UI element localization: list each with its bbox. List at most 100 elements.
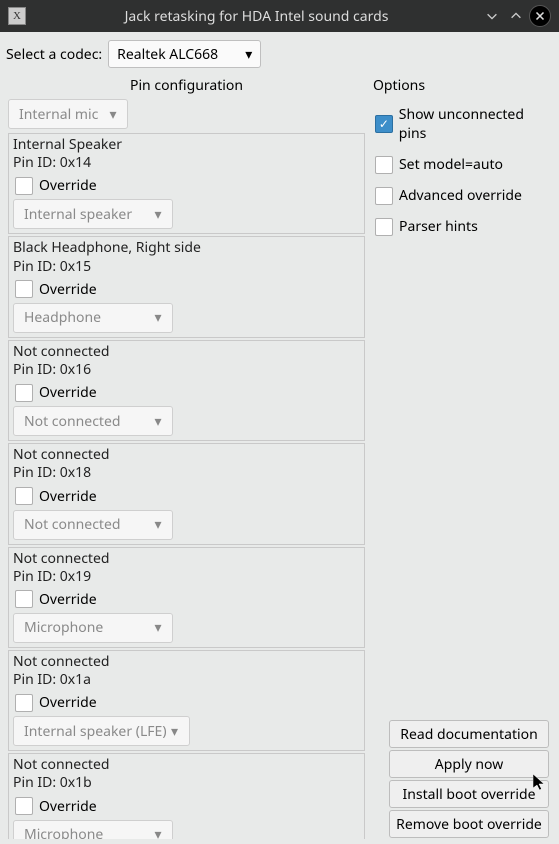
- chevron-down-icon: [485, 9, 499, 23]
- override-label: Override: [39, 693, 97, 712]
- pin-select[interactable]: Headphone ▾: [13, 303, 173, 333]
- chevron-down-icon: ▾: [167, 722, 183, 741]
- close-button[interactable]: [529, 5, 551, 27]
- override-row: Override: [13, 379, 360, 406]
- option-label: Show unconnected pins: [399, 105, 553, 143]
- pin-select[interactable]: Internal speaker (LFE)▾: [13, 716, 190, 746]
- pin-name: Internal Speaker: [13, 136, 360, 154]
- read-docs-button[interactable]: Read documentation: [389, 720, 549, 748]
- content-area: Select a codec: Realtek ALC668 ▾ Pin con…: [0, 32, 559, 844]
- pin-select-value: Microphone: [24, 825, 103, 839]
- pin-list: Internal mic ▾ Internal SpeakerPin ID: 0…: [4, 99, 369, 839]
- override-checkbox[interactable]: [15, 384, 33, 402]
- chevron-down-icon: ▾: [228, 45, 252, 64]
- pin-name: Black Headphone, Right side: [13, 239, 360, 257]
- override-row: Override: [13, 276, 360, 303]
- pin-name: Not connected: [13, 653, 360, 671]
- override-checkbox[interactable]: [15, 487, 33, 505]
- apply-button[interactable]: Apply now: [389, 750, 549, 778]
- pin-select-value: Headphone: [24, 308, 101, 327]
- pin-name: Not connected: [13, 343, 360, 361]
- pin-box: Not connectedPin ID: 0x18OverrideNot con…: [8, 443, 365, 544]
- override-row: Override: [13, 172, 360, 199]
- override-label: Override: [39, 280, 97, 299]
- option-row: Set model=auto: [373, 149, 555, 180]
- pin-name: Not connected: [13, 446, 360, 464]
- override-label: Override: [39, 176, 97, 195]
- override-row: Override: [13, 689, 360, 716]
- codec-value: Realtek ALC668: [117, 45, 218, 64]
- option-row: Show unconnected pins: [373, 99, 555, 149]
- override-row: Override: [13, 586, 360, 613]
- override-label: Override: [39, 487, 97, 506]
- chevron-down-icon: ▾: [150, 515, 166, 534]
- pin-id: Pin ID: 0x16: [13, 361, 360, 379]
- options-title: Options: [373, 76, 555, 99]
- codec-label: Select a codec:: [6, 45, 102, 64]
- pin-id: Pin ID: 0x19: [13, 568, 360, 586]
- pin-id: Pin ID: 0x15: [13, 258, 360, 276]
- codec-row: Select a codec: Realtek ALC668 ▾: [4, 36, 555, 76]
- override-checkbox[interactable]: [15, 177, 33, 195]
- chevron-down-icon: ▾: [105, 105, 121, 124]
- chevron-down-icon: ▾: [150, 308, 166, 327]
- pin-select-value: Internal speaker (LFE): [24, 722, 167, 741]
- action-buttons: Read documentation Apply now Install boo…: [389, 720, 549, 838]
- option-checkbox[interactable]: [375, 115, 393, 133]
- pin-id: Pin ID: 0x1a: [13, 671, 360, 689]
- codec-select[interactable]: Realtek ALC668 ▾: [108, 40, 261, 68]
- chevron-up-icon: [509, 9, 523, 23]
- pin-box: Not connectedPin ID: 0x1b Override Microph…: [8, 753, 365, 839]
- pin-select-value: Internal speaker: [24, 205, 132, 224]
- pin-box: Not connectedPin ID: 0x16OverrideNot con…: [8, 340, 365, 441]
- chevron-down-icon: ▾: [150, 618, 166, 637]
- pin-id: Pin ID: 0x18: [13, 464, 360, 482]
- pin-box: Not connectedPin ID: 0x1a Override Interna…: [8, 650, 365, 751]
- pin-box: Not connectedPin ID: 0x19 Override Microph…: [8, 547, 365, 648]
- pin-name: Not connected: [13, 550, 360, 568]
- override-label: Override: [39, 797, 97, 816]
- option-row: Parser hints: [373, 211, 555, 242]
- pin-name: Not connected: [13, 756, 360, 774]
- window-title: Jack retasking for HDA Intel sound cards: [34, 7, 479, 26]
- option-row: Advanced override: [373, 180, 555, 211]
- override-checkbox[interactable]: [15, 694, 33, 712]
- override-checkbox[interactable]: [15, 797, 33, 815]
- remove-override-button[interactable]: Remove boot override: [389, 810, 549, 838]
- titlebar: X Jack retasking for HDA Intel sound car…: [0, 0, 559, 32]
- pin-select[interactable]: Not connected ▾: [13, 406, 173, 436]
- chevron-down-icon: ▾: [150, 412, 166, 431]
- app-icon: X: [8, 7, 26, 25]
- minimize-button[interactable]: [481, 5, 503, 27]
- pin-select[interactable]: Microphone ▾: [13, 613, 173, 643]
- pin-select[interactable]: Not connected ▾: [13, 510, 173, 540]
- close-icon: [533, 9, 547, 23]
- override-checkbox[interactable]: [15, 280, 33, 298]
- override-label: Override: [39, 590, 97, 609]
- pin-box: Black Headphone, Right sidePin ID: 0x15 O…: [8, 236, 365, 337]
- option-checkbox[interactable]: [375, 218, 393, 236]
- option-label: Set model=auto: [399, 155, 503, 174]
- pin-select[interactable]: Internal speaker▾: [13, 199, 173, 229]
- pin-id: Pin ID: 0x14: [13, 154, 360, 172]
- option-checkbox[interactable]: [375, 156, 393, 174]
- option-label: Parser hints: [399, 217, 478, 236]
- pin-select-value: Not connected: [24, 412, 120, 431]
- install-override-button[interactable]: Install boot override: [389, 780, 549, 808]
- override-checkbox[interactable]: [15, 590, 33, 608]
- pin-id: Pin ID: 0x1b: [13, 774, 360, 792]
- option-checkbox[interactable]: [375, 187, 393, 205]
- override-label: Override: [39, 383, 97, 402]
- pin-select[interactable]: Microphone ▾: [13, 820, 173, 839]
- maximize-button[interactable]: [505, 5, 527, 27]
- pin-select-value: Not connected: [24, 515, 120, 534]
- override-row: Override: [13, 793, 360, 820]
- option-label: Advanced override: [399, 186, 522, 205]
- pin-select-prev-value: Internal mic: [19, 105, 98, 124]
- pin-config-title: Pin configuration: [4, 76, 369, 99]
- pin-select-prev[interactable]: Internal mic ▾: [8, 99, 128, 129]
- chevron-down-icon: ▾: [150, 825, 166, 839]
- pin-box: Internal SpeakerPin ID: 0x14 Override Inte…: [8, 133, 365, 234]
- override-row: Override: [13, 483, 360, 510]
- pin-select-value: Microphone: [24, 618, 103, 637]
